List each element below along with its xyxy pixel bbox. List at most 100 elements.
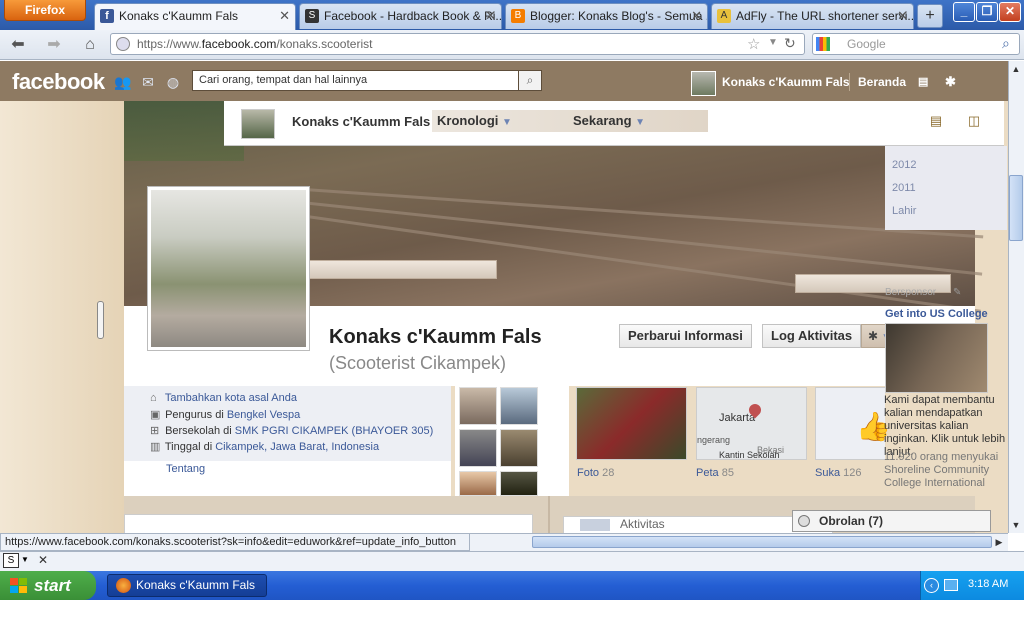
tray-expand-icon[interactable]: ‹ (924, 578, 939, 593)
friend-thumbnail[interactable] (459, 429, 497, 467)
briefcase-icon: ▣ (150, 409, 161, 421)
privacy-shortcuts-icon[interactable]: ▤ (918, 75, 928, 88)
sekarang-dropdown[interactable]: Sekarang ▼ (568, 110, 658, 132)
web-page: facebook 👥 ✉ ◍ Cari orang, tempat dan ha… (0, 61, 1008, 533)
tab-title: Konaks c'Kaumm Fals (119, 9, 238, 23)
scroll-down-arrow-icon[interactable]: ▼ (1009, 518, 1023, 532)
vertical-scrollbar[interactable] (1008, 61, 1024, 533)
location-link[interactable]: Cikampek, Jawa Barat, Indonesia (215, 441, 379, 453)
friend-thumbnail[interactable] (500, 471, 538, 496)
forward-arrow-icon[interactable]: ➡ (42, 34, 66, 56)
work-link[interactable]: Bengkel Vespa (227, 409, 300, 421)
photos-label[interactable]: Foto 28 (577, 467, 614, 479)
addon-dropdown-icon[interactable]: ▼ (21, 555, 29, 564)
ad-image[interactable] (885, 323, 988, 393)
close-tab-icon[interactable]: ✕ (897, 4, 908, 28)
window-close-button[interactable]: ✕ (999, 2, 1021, 22)
scroll-right-arrow-icon[interactable]: ▶ (992, 535, 1006, 549)
about-link[interactable]: Tentang (166, 463, 205, 475)
friend-thumbnail[interactable] (459, 471, 497, 496)
likes-label[interactable]: Suka 126 (815, 467, 862, 479)
ad-likes: 11.920 orang menyukai Shoreline Communit… (884, 451, 999, 489)
kronologi-dropdown[interactable]: Kronologi ▼ (432, 110, 518, 132)
addon-s-icon[interactable]: S (3, 553, 19, 568)
profile-picture[interactable] (147, 186, 310, 351)
new-tab-button[interactable]: + (917, 4, 943, 28)
vertical-scroll-thumb[interactable] (1009, 175, 1023, 241)
facebook-search-input[interactable]: Cari orang, tempat dan hal lainnya (192, 70, 542, 91)
close-tab-icon[interactable]: ✕ (485, 4, 496, 28)
hometown-link[interactable]: Tambahkan kota asal Anda (165, 392, 297, 404)
horizontal-scroll-thumb[interactable] (532, 536, 992, 548)
update-info-button[interactable]: Perbarui Informasi (619, 324, 752, 348)
side-slider-handle[interactable] (97, 301, 104, 339)
scroll-up-arrow-icon[interactable]: ▲ (1009, 62, 1023, 76)
network-icon[interactable] (944, 579, 958, 591)
tab-adfly[interactable]: A AdFly - The URL shortener servi... ✕ (711, 3, 914, 29)
maximize-button[interactable]: ❐ (976, 2, 998, 22)
header-divider (849, 73, 850, 91)
timeline-profile-name[interactable]: Konaks c'Kaumm Fals (292, 114, 430, 129)
friend-thumbnail[interactable] (500, 429, 538, 467)
messages-icon[interactable]: ✉ (140, 74, 156, 90)
ad-edit-icon[interactable]: ✎ (953, 287, 961, 298)
tab-facebook-profile[interactable]: f Konaks c'Kaumm Fals ✕ (94, 3, 296, 30)
close-tab-icon[interactable]: ✕ (279, 4, 290, 28)
school-link[interactable]: SMK PGRI CIKAMPEK (BHAYOER 305) (235, 425, 433, 437)
bookmark-star-icon[interactable]: ☆ (747, 35, 760, 53)
header-avatar[interactable] (691, 71, 716, 96)
activity-icon (580, 519, 610, 531)
ad-text[interactable]: Kami dapat membantu kalian mendapatkan u… (884, 394, 1008, 459)
sponsored-label: Bersponsor (885, 287, 937, 298)
addon-close-icon[interactable]: ✕ (38, 553, 48, 567)
detail-school: ⊞ Bersekolah di SMK PGRI CIKAMPEK (BHAYO… (150, 425, 434, 437)
back-arrow-icon[interactable]: ⬅ (6, 34, 30, 56)
close-tab-icon[interactable]: ✕ (691, 4, 702, 28)
year-2012-link[interactable]: 2012 (892, 159, 916, 171)
kronologi-label: Kronologi (437, 113, 499, 128)
url-prefix: https://www. (137, 37, 202, 51)
likes-tile[interactable]: 👍 (815, 387, 891, 460)
search-magnifier-icon[interactable]: ⌕ (1002, 35, 1010, 52)
year-born-link[interactable]: Lahir (892, 205, 916, 217)
firefox-menu-button[interactable]: Firefox (4, 0, 86, 21)
url-domain: facebook.com (201, 37, 277, 51)
tab-blogger[interactable]: B Blogger: Konaks Blog's - Semua ... ✕ (505, 3, 708, 29)
url-bar[interactable]: https://www.facebook.com/konaks.scooteri… (110, 33, 805, 55)
year-2011-link[interactable]: 2011 (892, 182, 916, 194)
header-profile-link[interactable]: Konaks c'Kaumm Fals (722, 75, 850, 89)
photos-tile[interactable] (576, 387, 687, 460)
taskbar-clock[interactable]: 3:18 AM (968, 578, 1008, 590)
history-dropdown-icon[interactable]: ▼ (768, 37, 778, 48)
friend-requests-icon[interactable]: 👥 (114, 74, 131, 90)
search-bar[interactable]: Google (812, 33, 1020, 55)
timeline-thumbnail[interactable] (241, 109, 275, 139)
notifications-globe-icon[interactable]: ◍ (165, 74, 181, 90)
minimize-button[interactable]: _ (953, 2, 975, 22)
taskbar-item-label: Konaks c'Kaumm Fals ... (136, 578, 255, 613)
account-settings-gear-icon[interactable]: ✱ (945, 74, 956, 90)
notes-icon[interactable]: ▤ (929, 113, 943, 128)
google-engine-icon[interactable] (816, 37, 830, 51)
start-label: start (34, 576, 71, 595)
facebook-logo[interactable]: facebook (12, 69, 105, 95)
friend-thumbnail[interactable] (459, 387, 497, 425)
map-label[interactable]: Peta 85 (696, 467, 734, 479)
reload-icon[interactable]: ↻ (784, 35, 796, 52)
activity-log-button[interactable]: Log Aktivitas (762, 324, 862, 348)
home-icon[interactable]: ⌂ (78, 34, 102, 56)
firefox-icon (116, 578, 131, 593)
facebook-search-icon[interactable]: ⌕ (518, 70, 542, 91)
chat-bar[interactable]: Obrolan (7) (792, 510, 991, 532)
map-tile[interactable]: Jakarta ngerang Kantin Sekolah Bekasi (696, 387, 807, 460)
site-identity-icon[interactable] (116, 37, 130, 51)
header-home-link[interactable]: Beranda (858, 75, 906, 89)
ad-title[interactable]: Get into US College (885, 308, 988, 320)
status-bar: https://www.facebook.com/konaks.scooteri… (0, 533, 470, 551)
friends-grid[interactable] (455, 386, 569, 496)
friend-thumbnail[interactable] (500, 387, 538, 425)
facebook-favicon-icon: f (100, 9, 114, 23)
activity-log-icon[interactable]: ◫ (967, 113, 981, 128)
tab-scribd[interactable]: S Facebook - Hardback Book & Ri... ✕ (299, 3, 502, 29)
taskbar-firefox-window[interactable]: Konaks c'Kaumm Fals ... (107, 574, 267, 613)
